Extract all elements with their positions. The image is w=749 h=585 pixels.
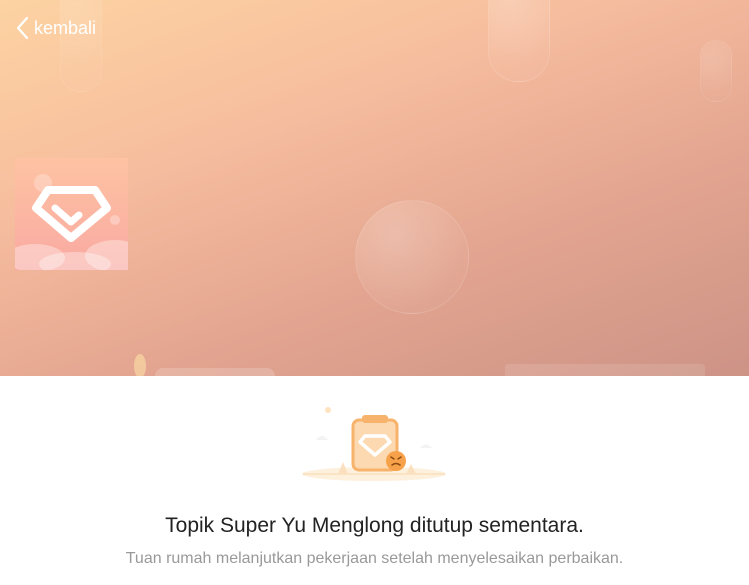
decorative-bubble — [488, 0, 550, 82]
diamond-badge-icon — [15, 174, 128, 270]
decorative-bubble — [700, 40, 732, 102]
chevron-left-icon — [16, 16, 30, 40]
decorative-bubble — [355, 200, 469, 314]
topic-avatar — [15, 158, 128, 270]
notice-subtitle: Tuan rumah melanjutkan pekerjaan setelah… — [125, 550, 624, 567]
back-button[interactable]: kembali — [16, 14, 96, 42]
closed-topic-notice: Topik Super Yu Menglong ditutup sementar… — [0, 376, 749, 585]
notice-title: Topik Super Yu Menglong ditutup sementar… — [165, 514, 584, 537]
sad-clipboard-icon — [302, 407, 446, 481]
topic-header-banner: kembali — [0, 0, 749, 376]
back-label: kembali — [34, 17, 97, 38]
blurred-background-detail — [134, 354, 705, 376]
